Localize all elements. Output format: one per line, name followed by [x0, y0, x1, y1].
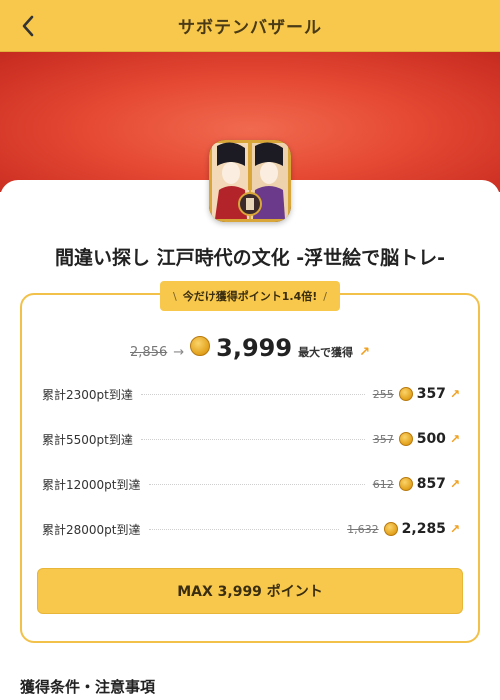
- external-link-icon[interactable]: ↗: [450, 477, 460, 491]
- points-summary: 2,856 → 3,999 最大で獲得 ↗: [0, 334, 500, 362]
- app-icon: [209, 140, 291, 222]
- milestone-old-value: 255: [372, 387, 394, 401]
- coin-icon: [383, 522, 398, 536]
- milestone-old-value: 612: [372, 477, 394, 491]
- milestone-label: 累計12000pt到達: [42, 477, 141, 492]
- ukiyoe-thumbnail-icon: [209, 140, 291, 222]
- milestone-row: 累計5500pt到達 357 500 ↗: [42, 429, 460, 449]
- external-link-icon[interactable]: ↗: [450, 387, 460, 401]
- summary-max-value: 3,999: [216, 334, 293, 362]
- right-arrow-icon: →: [173, 345, 185, 360]
- summary-old-value: 2,856: [130, 345, 168, 360]
- milestone-value: 357: [416, 386, 446, 402]
- promo-slash-right: /: [323, 289, 327, 303]
- milestone-row: 累計2300pt到達 255 357 ↗: [42, 384, 460, 404]
- coin-icon: [398, 387, 413, 401]
- external-link-icon[interactable]: ↗: [450, 432, 460, 446]
- dotted-leader: [140, 438, 365, 440]
- dotted-leader: [148, 528, 340, 530]
- external-link-icon[interactable]: ↗: [359, 345, 370, 360]
- conditions-section-title: 獲得条件・注意事項: [20, 678, 156, 696]
- dotted-leader: [148, 483, 365, 485]
- summary-max-label: 最大で獲得: [298, 346, 354, 359]
- promo-label: 今だけ獲得ポイント1.4倍!: [182, 290, 318, 303]
- back-button[interactable]: [14, 12, 42, 40]
- milestone-label: 累計2300pt到達: [42, 387, 133, 402]
- milestone-row: 累計12000pt到達 612 857 ↗: [42, 474, 460, 494]
- coin-icon: [398, 477, 413, 491]
- app-header: サボテンバザール: [0, 0, 500, 52]
- coin-icon: [190, 336, 211, 356]
- milestone-value: 500: [416, 431, 446, 447]
- app-title: 間違い探し 江戸時代の文化 -浮世絵で脳トレ-: [54, 247, 445, 269]
- milestone-value: 857: [416, 476, 446, 492]
- milestone-old-value: 357: [372, 432, 394, 446]
- promo-badge: \ 今だけ獲得ポイント1.4倍! /: [160, 281, 340, 311]
- max-points-button[interactable]: MAX 3,999 ポイント: [37, 568, 463, 614]
- promo-slash-left: \: [173, 289, 177, 303]
- milestone-old-value: 1,632: [347, 522, 379, 536]
- chevron-left-icon: [22, 15, 34, 37]
- coin-icon: [398, 432, 413, 446]
- milestone-row: 累計28000pt到達 1,632 2,285 ↗: [42, 519, 460, 539]
- milestone-label: 累計28000pt到達: [42, 522, 141, 537]
- header-title: サボテンバザール: [178, 18, 322, 38]
- dotted-leader: [140, 393, 365, 395]
- milestone-value: 2,285: [401, 521, 446, 537]
- external-link-icon[interactable]: ↗: [450, 522, 460, 536]
- milestone-label: 累計5500pt到達: [42, 432, 133, 447]
